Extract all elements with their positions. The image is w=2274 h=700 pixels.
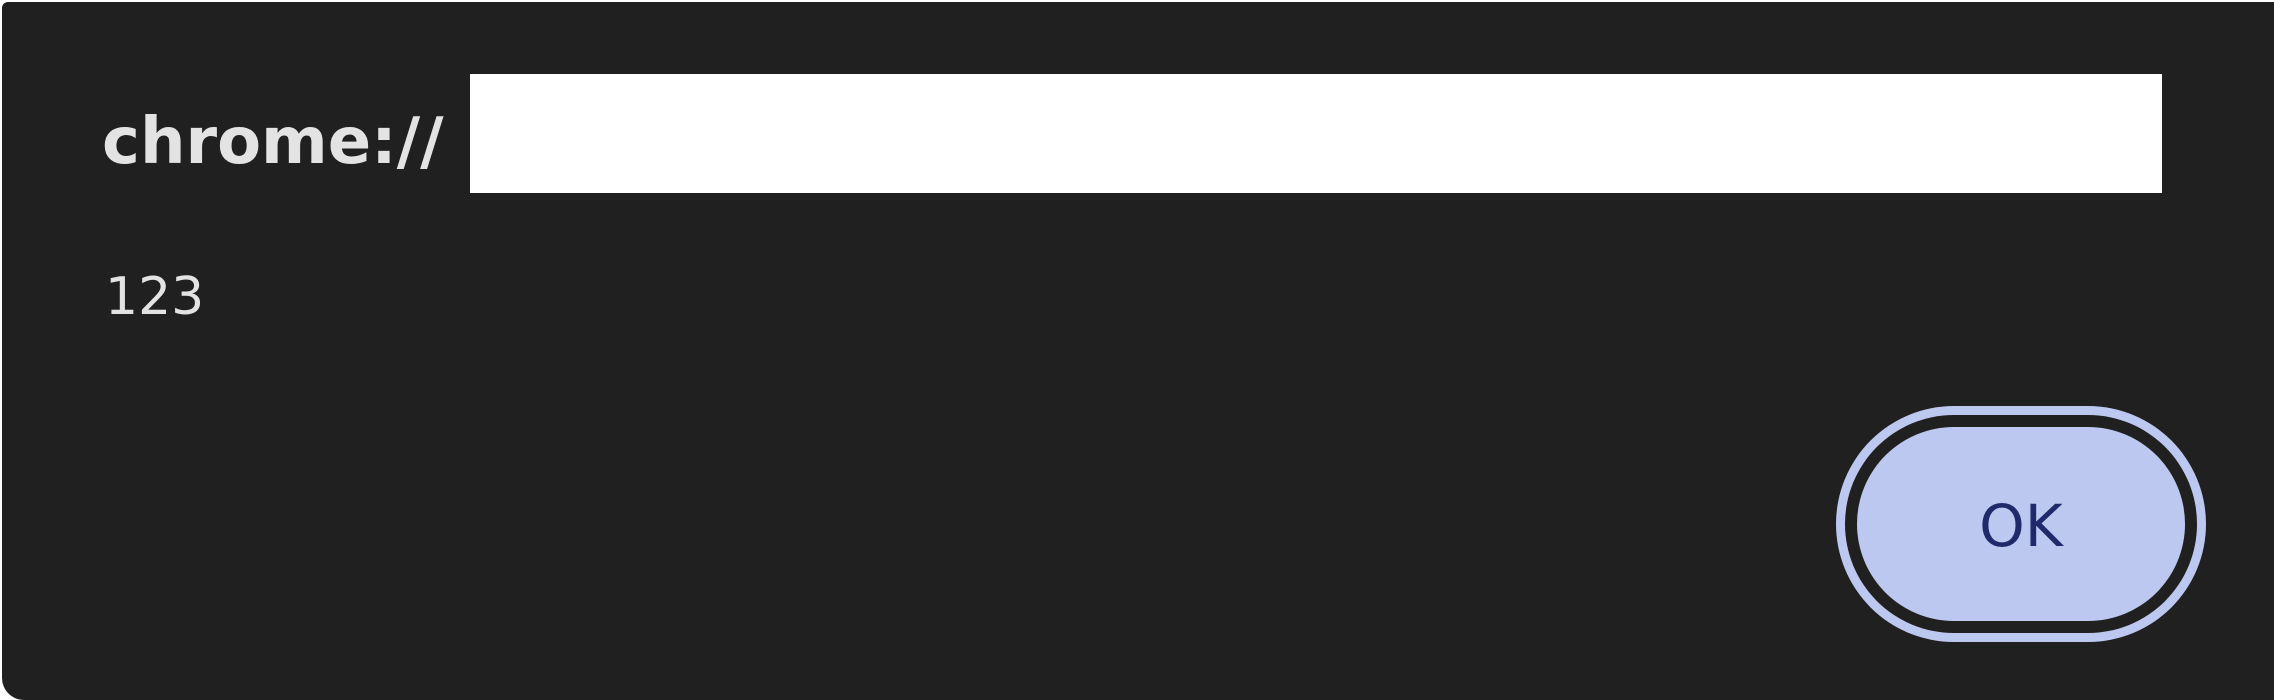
- dialog-title: chrome://: [102, 105, 444, 179]
- alert-dialog: chrome:// 123 OK: [2, 2, 2274, 700]
- ok-button-label: OK: [1979, 492, 2063, 560]
- ok-button[interactable]: OK: [1857, 427, 2185, 621]
- redacted-url-block: [470, 74, 2162, 193]
- dialog-message: 123: [105, 267, 205, 327]
